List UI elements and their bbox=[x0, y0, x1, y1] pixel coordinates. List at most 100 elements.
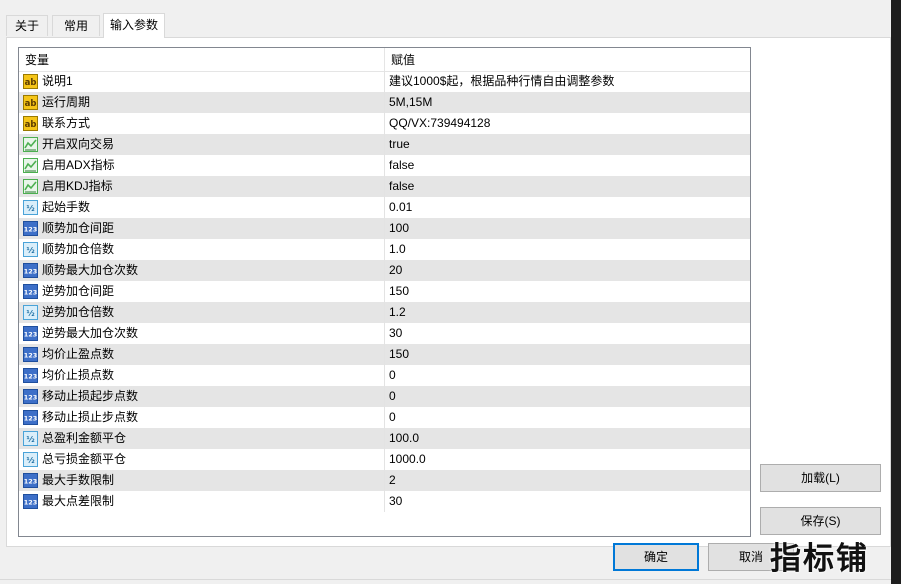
variable-cell: 123 顺势最大加仓次数 bbox=[19, 260, 385, 281]
table-row[interactable]: 123 顺势加仓间距 100 bbox=[19, 218, 750, 239]
table-row[interactable]: ab 联系方式 QQ/VX:739494128 bbox=[19, 113, 750, 134]
variable-name: 逆势最大加仓次数 bbox=[42, 326, 139, 340]
table-row[interactable]: 123 最大点差限制 30 bbox=[19, 491, 750, 512]
bool-chart-icon bbox=[23, 137, 38, 152]
column-header-value[interactable]: 赋值 bbox=[385, 48, 750, 71]
tab-input-params[interactable]: 输入参数 bbox=[103, 13, 165, 38]
bottom-divider bbox=[0, 579, 891, 580]
svg-text:ab: ab bbox=[25, 120, 37, 130]
123-integer-icon: 123 bbox=[23, 473, 38, 488]
table-row[interactable]: 启用KDJ指标 false bbox=[19, 176, 750, 197]
value-cell[interactable]: 1.0 bbox=[389, 239, 406, 260]
variable-name: 起始手数 bbox=[42, 200, 91, 214]
value-cell[interactable]: 2 bbox=[389, 470, 396, 491]
variable-name: 均价止盈点数 bbox=[42, 347, 115, 361]
table-row[interactable]: ab 运行周期 5M,15M bbox=[19, 92, 750, 113]
value-cell[interactable]: 1.2 bbox=[389, 302, 406, 323]
ok-button[interactable]: 确定 bbox=[613, 543, 699, 571]
fraction-double-icon: ½ bbox=[23, 200, 38, 215]
value-cell[interactable]: 100 bbox=[389, 218, 409, 239]
value-cell[interactable]: QQ/VX:739494128 bbox=[389, 113, 490, 134]
tab-about[interactable]: 关于 bbox=[6, 15, 48, 36]
variable-name: 启用ADX指标 bbox=[42, 158, 115, 172]
column-header-variable[interactable]: 变量 bbox=[19, 48, 385, 71]
123-integer-icon: 123 bbox=[23, 326, 38, 341]
variable-cell: ½ 起始手数 bbox=[19, 197, 385, 218]
table-row[interactable]: 123 逆势加仓间距 150 bbox=[19, 281, 750, 302]
value-cell[interactable]: 5M,15M bbox=[389, 92, 432, 113]
table-row[interactable]: 123 逆势最大加仓次数 30 bbox=[19, 323, 750, 344]
svg-text:123: 123 bbox=[24, 289, 38, 297]
svg-text:½: ½ bbox=[26, 455, 34, 465]
variable-name: 逆势加仓间距 bbox=[42, 284, 115, 298]
value-cell[interactable]: 0 bbox=[389, 365, 396, 386]
value-cell[interactable]: true bbox=[389, 134, 410, 155]
value-cell[interactable]: 建议1000$起，根据品种行情自由调整参数 bbox=[389, 71, 614, 92]
table-row[interactable]: ab 说明1 建议1000$起，根据品种行情自由调整参数 bbox=[19, 71, 750, 92]
table-row[interactable]: ½ 总盈利金额平仓 100.0 bbox=[19, 428, 750, 449]
table-row[interactable]: 123 均价止损点数 0 bbox=[19, 365, 750, 386]
watermark-logo: 指标铺 bbox=[770, 541, 869, 577]
variable-cell: ½ 逆势加仓倍数 bbox=[19, 302, 385, 323]
variable-cell: 启用KDJ指标 bbox=[19, 176, 385, 197]
table-row[interactable]: ½ 起始手数 0.01 bbox=[19, 197, 750, 218]
svg-text:ab: ab bbox=[25, 78, 37, 88]
variable-name: 顺势加仓倍数 bbox=[42, 242, 115, 256]
value-cell[interactable]: 0 bbox=[389, 407, 396, 428]
value-cell[interactable]: 20 bbox=[389, 260, 402, 281]
table-row[interactable]: 123 顺势最大加仓次数 20 bbox=[19, 260, 750, 281]
variable-cell: ½ 总盈利金额平仓 bbox=[19, 428, 385, 449]
save-button[interactable]: 保存(S) bbox=[760, 507, 881, 535]
variable-name: 开启双向交易 bbox=[42, 137, 115, 151]
variable-name: 移动止损止步点数 bbox=[42, 410, 139, 424]
svg-text:½: ½ bbox=[26, 434, 34, 444]
value-cell[interactable]: 100.0 bbox=[389, 428, 419, 449]
load-button[interactable]: 加载(L) bbox=[760, 464, 881, 492]
svg-text:123: 123 bbox=[24, 373, 38, 381]
value-cell[interactable]: 30 bbox=[389, 323, 402, 344]
variable-name: 顺势最大加仓次数 bbox=[42, 263, 139, 277]
variable-cell: 123 均价止损点数 bbox=[19, 365, 385, 386]
ab-string-icon: ab bbox=[23, 74, 38, 89]
table-row[interactable]: 123 最大手数限制 2 bbox=[19, 470, 750, 491]
table-row[interactable]: 123 移动止损起步点数 0 bbox=[19, 386, 750, 407]
svg-text:123: 123 bbox=[24, 226, 38, 234]
123-integer-icon: 123 bbox=[23, 263, 38, 278]
variable-name: 总亏损金额平仓 bbox=[42, 452, 127, 466]
value-cell[interactable]: 30 bbox=[389, 491, 402, 512]
variable-cell: 123 逆势加仓间距 bbox=[19, 281, 385, 302]
variable-name: 联系方式 bbox=[42, 116, 91, 130]
value-cell[interactable]: 150 bbox=[389, 281, 409, 302]
table-row[interactable]: ½ 顺势加仓倍数 1.0 bbox=[19, 239, 750, 260]
variable-cell: ab 联系方式 bbox=[19, 113, 385, 134]
value-cell[interactable]: 150 bbox=[389, 344, 409, 365]
table-row[interactable]: 123 均价止盈点数 150 bbox=[19, 344, 750, 365]
table-row[interactable]: ½ 逆势加仓倍数 1.2 bbox=[19, 302, 750, 323]
svg-text:½: ½ bbox=[26, 245, 34, 255]
value-cell[interactable]: 0 bbox=[389, 386, 396, 407]
svg-text:ab: ab bbox=[25, 99, 37, 109]
123-integer-icon: 123 bbox=[23, 221, 38, 236]
variable-name: 启用KDJ指标 bbox=[42, 179, 113, 193]
value-cell[interactable]: 0.01 bbox=[389, 197, 412, 218]
123-integer-icon: 123 bbox=[23, 284, 38, 299]
svg-text:123: 123 bbox=[24, 352, 38, 360]
variable-cell: 123 逆势最大加仓次数 bbox=[19, 323, 385, 344]
variable-name: 说明1 bbox=[42, 74, 73, 88]
ab-string-icon: ab bbox=[23, 95, 38, 110]
table-row[interactable]: 启用ADX指标 false bbox=[19, 155, 750, 176]
svg-text:123: 123 bbox=[24, 478, 38, 486]
value-cell[interactable]: false bbox=[389, 176, 414, 197]
value-cell[interactable]: 1000.0 bbox=[389, 449, 426, 470]
value-cell[interactable]: false bbox=[389, 155, 414, 176]
tab-common[interactable]: 常用 bbox=[52, 15, 100, 36]
svg-text:½: ½ bbox=[26, 203, 34, 213]
variable-name: 总盈利金额平仓 bbox=[42, 431, 127, 445]
parameter-grid[interactable]: 变量 赋值 ab 说明1 建议1000$起，根据品种行情自由调整参数 ab 运行周期 5M… bbox=[18, 47, 751, 537]
svg-text:123: 123 bbox=[24, 394, 38, 402]
variable-cell: 123 最大点差限制 bbox=[19, 491, 385, 512]
table-row[interactable]: 开启双向交易 true bbox=[19, 134, 750, 155]
table-row[interactable]: ½ 总亏损金额平仓 1000.0 bbox=[19, 449, 750, 470]
variable-cell: 123 顺势加仓间距 bbox=[19, 218, 385, 239]
table-row[interactable]: 123 移动止损止步点数 0 bbox=[19, 407, 750, 428]
